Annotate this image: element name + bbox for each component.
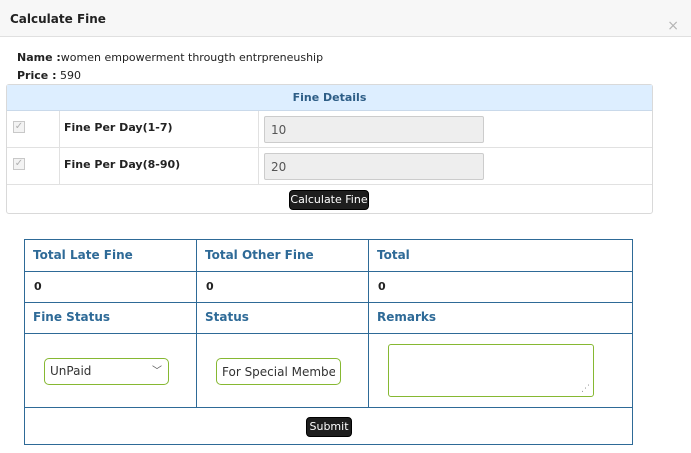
fine-per-day-8-90-label: Fine Per Day(8-90) <box>64 158 181 171</box>
column-divider <box>59 148 60 185</box>
book-name-line: Name :women empowerment througth entrpre… <box>17 51 323 64</box>
fine-status-selected-value: UnPaid <box>50 364 92 378</box>
row-divider <box>25 302 632 303</box>
remarks-textarea[interactable] <box>388 344 594 397</box>
total-other-fine-value: 0 <box>206 280 214 293</box>
total-other-fine-header: Total Other Fine <box>205 248 314 262</box>
chevron-down-icon: ﹀ <box>152 366 162 377</box>
fine-status-header: Fine Status <box>33 310 111 324</box>
column-divider <box>196 240 197 407</box>
row-divider <box>25 271 632 272</box>
calculate-fine-button[interactable]: Calculate Fine <box>289 190 369 210</box>
book-price-label: Price : <box>17 69 57 82</box>
book-name-value: women empowerment througth entrpreneushi… <box>60 51 324 64</box>
status-input[interactable] <box>216 358 341 385</box>
fine-status-select[interactable]: UnPaid ﹀ <box>44 358 169 385</box>
check-icon[interactable]: ✓ <box>13 121 25 133</box>
modal-title: Calculate Fine <box>10 12 106 26</box>
column-divider <box>258 148 259 185</box>
column-divider <box>258 111 259 148</box>
column-divider <box>59 111 60 148</box>
book-name-label: Name : <box>17 51 61 64</box>
row-divider <box>25 333 632 334</box>
fine-per-day-1-7-input[interactable] <box>264 116 484 143</box>
total-late-fine-header: Total Late Fine <box>33 248 133 262</box>
row-divider <box>25 407 632 408</box>
fine-details-panel: Fine Details ✓ Fine Per Day(1-7) ✓ Fine … <box>6 84 653 214</box>
fine-summary-table: Total Late Fine Total Other Fine Total 0… <box>24 239 633 445</box>
book-price-value: 590 <box>59 69 81 82</box>
fine-row-8-90: ✓ Fine Per Day(8-90) <box>7 148 652 185</box>
remarks-header: Remarks <box>377 310 437 324</box>
fine-row-1-7: ✓ Fine Per Day(1-7) <box>7 111 652 148</box>
book-price-line: Price : 590 <box>17 69 81 82</box>
fine-details-heading: Fine Details <box>7 85 652 111</box>
total-late-fine-value: 0 <box>34 280 42 293</box>
close-icon[interactable]: × <box>667 19 679 33</box>
fine-per-day-1-7-label: Fine Per Day(1-7) <box>64 121 173 134</box>
check-icon[interactable]: ✓ <box>13 158 25 170</box>
total-header: Total <box>377 248 410 262</box>
status-header: Status <box>205 310 249 324</box>
column-divider <box>368 240 369 407</box>
total-value: 0 <box>378 280 386 293</box>
resize-grip-icon[interactable]: ⋰ <box>581 384 590 394</box>
submit-button[interactable]: Submit <box>306 417 352 437</box>
modal-header: Calculate Fine × <box>0 0 691 37</box>
fine-per-day-8-90-input[interactable] <box>264 153 484 180</box>
